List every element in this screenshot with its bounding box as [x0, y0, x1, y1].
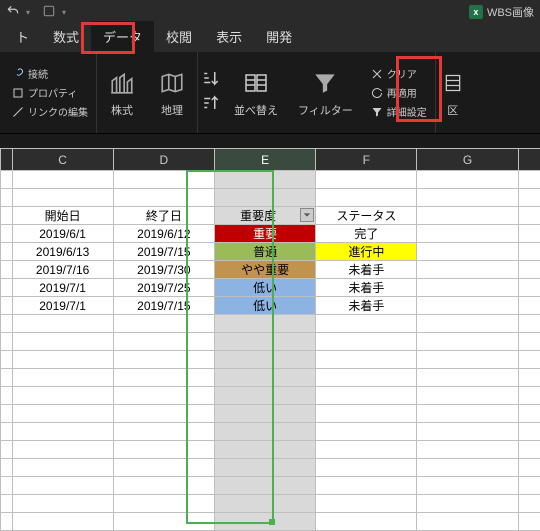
sort-asc-icon[interactable] [202, 69, 220, 92]
col-header-d[interactable]: D [113, 149, 214, 171]
edit-links-button[interactable]: リンクの編集 [12, 104, 88, 119]
cell-end[interactable]: 2019/7/25 [113, 279, 214, 297]
corner-cell[interactable] [1, 149, 13, 171]
advanced-label: 詳細設定 [387, 104, 427, 119]
table-row[interactable]: 2019/7/12019/7/15低い未着手 [1, 297, 540, 315]
filter-dropdown-button[interactable] [300, 208, 314, 222]
cell-start[interactable]: 2019/7/1 [12, 297, 113, 315]
reapply-icon [371, 87, 383, 99]
cell-start[interactable]: 2019/7/16 [12, 261, 113, 279]
sort-icon [241, 68, 271, 98]
save-icon[interactable] [42, 4, 56, 21]
properties-icon [12, 87, 24, 99]
ribbon-tabs: ト 数式 データ 校閲 表示 開発 [0, 24, 540, 52]
filter-options-group: クリア 再適用 詳細設定 [363, 52, 435, 133]
table-row[interactable]: 2019/6/132019/7/15普通進行中 [1, 243, 540, 261]
tab-developer[interactable]: 開発 [254, 21, 304, 52]
edit-links-label: リンクの編集 [28, 104, 88, 119]
reapply-button[interactable]: 再適用 [371, 85, 427, 100]
tab-data[interactable]: データ [91, 21, 154, 52]
cell-priority[interactable]: やや重要 [214, 261, 315, 279]
connections-label: 接続 [28, 66, 48, 81]
partial-label: 区 [447, 102, 458, 118]
filter-button[interactable]: フィルター [288, 52, 363, 133]
geography-label: 地理 [161, 102, 183, 118]
tab-review[interactable]: 校閲 [154, 21, 204, 52]
cell-status[interactable]: 完了 [316, 225, 417, 243]
connections-button[interactable]: 接続 [12, 66, 88, 81]
cell-status[interactable]: 未着手 [316, 279, 417, 297]
cell-priority[interactable]: 重要 [214, 225, 315, 243]
stocks-icon [107, 68, 137, 98]
link-icon [12, 68, 24, 80]
sort-desc-icon[interactable] [202, 94, 220, 117]
col-header-c[interactable]: C [12, 149, 113, 171]
properties-label: プロパティ [28, 85, 77, 100]
tab-view[interactable]: 表示 [204, 21, 254, 52]
cell-start[interactable]: 2019/6/13 [12, 243, 113, 261]
table-row[interactable]: 2019/7/162019/7/30やや重要未着手 [1, 261, 540, 279]
hdr-end: 終了日 [113, 207, 214, 225]
col-header-h[interactable]: H [518, 149, 540, 171]
cell-status[interactable]: 進行中 [316, 243, 417, 261]
cell-end[interactable]: 2019/7/15 [113, 243, 214, 261]
ribbon-body: 接続 プロパティ リンクの編集 株式 地理 並べ替え [0, 52, 540, 134]
sort-button[interactable]: 並べ替え [224, 52, 288, 133]
cell-priority[interactable]: 普通 [214, 243, 315, 261]
reapply-label: 再適用 [387, 85, 417, 100]
properties-button[interactable]: プロパティ [12, 85, 88, 100]
advanced-icon [371, 106, 383, 118]
col-header-e[interactable]: E [214, 149, 315, 171]
stocks-label: 株式 [111, 102, 133, 118]
document-name: WBS画像 [487, 4, 534, 20]
hdr-start: 開始日 [12, 207, 113, 225]
tab-formulas[interactable]: 数式 [41, 21, 91, 52]
document-title: x WBS画像 [469, 4, 534, 20]
cell-status[interactable]: 未着手 [316, 261, 417, 279]
cell-start[interactable]: 2019/7/1 [12, 279, 113, 297]
excel-badge-icon: x [469, 5, 483, 19]
undo-chevron-icon[interactable]: ▾ [26, 8, 30, 17]
undo-icon[interactable] [6, 4, 20, 21]
clear-label: クリア [387, 66, 417, 81]
tab-0[interactable]: ト [4, 21, 41, 52]
clear-button[interactable]: クリア [371, 66, 427, 81]
hdr-status: ステータス [316, 207, 417, 225]
edit-links-icon [12, 106, 24, 118]
cell-end[interactable]: 2019/7/30 [113, 261, 214, 279]
connections-group: 接続 プロパティ リンクの編集 [4, 52, 97, 133]
advanced-button[interactable]: 詳細設定 [371, 104, 427, 119]
stocks-button[interactable]: 株式 [97, 52, 147, 133]
col-header-g[interactable]: G [417, 149, 518, 171]
hdr-priority: 重要度 [240, 209, 276, 223]
cell-end[interactable]: 2019/7/15 [113, 297, 214, 315]
cell-status[interactable]: 未着手 [316, 297, 417, 315]
sort-label: 並べ替え [234, 102, 278, 118]
partial-button[interactable]: 区 [436, 52, 470, 133]
cell-priority[interactable]: 低い [214, 279, 315, 297]
clear-icon [371, 68, 383, 80]
cell-priority[interactable]: 低い [214, 297, 315, 315]
geography-icon [157, 68, 187, 98]
geography-button[interactable]: 地理 [147, 52, 197, 133]
save-chevron-icon[interactable]: ▾ [62, 8, 66, 17]
table-row[interactable]: 2019/7/12019/7/25低い未着手 [1, 279, 540, 297]
cell-end[interactable]: 2019/6/12 [113, 225, 214, 243]
table-row[interactable]: 2019/6/12019/6/12重要完了 [1, 225, 540, 243]
col-header-f[interactable]: F [316, 149, 417, 171]
filter-icon [310, 68, 340, 98]
cell-start[interactable]: 2019/6/1 [12, 225, 113, 243]
partial-icon [438, 68, 468, 98]
filter-label: フィルター [298, 102, 353, 118]
sheet[interactable]: C D E F G H 開始日 終了日 重要度 ステータス 2019/6/120… [0, 148, 540, 524]
